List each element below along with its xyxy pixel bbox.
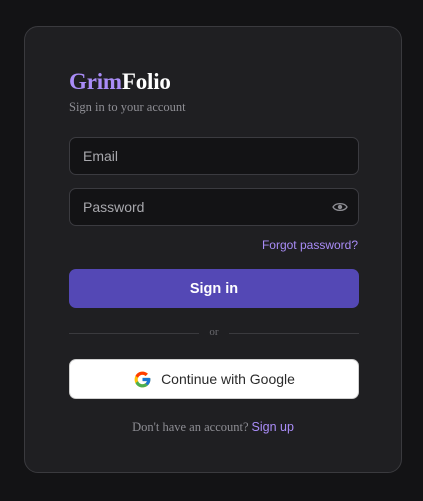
sign-in-button[interactable]: Sign in [69,269,359,308]
divider-text: or [209,326,219,338]
google-icon [134,371,151,387]
logo-part-grim: Grim [69,69,122,94]
email-field-wrapper [69,137,359,175]
page-subtitle: Sign in to your account [69,100,186,114]
continue-with-google-button[interactable]: Continue with Google [69,359,359,399]
divider-line-right [229,333,359,334]
password-field[interactable] [70,189,358,225]
forgot-password-link[interactable]: Forgot password? [262,238,358,252]
divider-line-left [69,333,199,334]
password-field-wrapper [69,188,359,226]
sign-up-link[interactable]: Sign up [252,420,294,434]
logo-part-folio: Folio [121,69,171,94]
logo: GrimFolio [69,67,171,97]
google-button-label: Continue with Google [161,371,295,387]
eye-icon[interactable] [332,201,348,213]
signup-prompt: Don't have an account? Sign up [25,418,401,436]
email-field[interactable] [70,138,358,174]
signin-card: GrimFolio Sign in to your account Forgot… [24,26,402,473]
signup-prompt-text: Don't have an account? [132,420,249,434]
